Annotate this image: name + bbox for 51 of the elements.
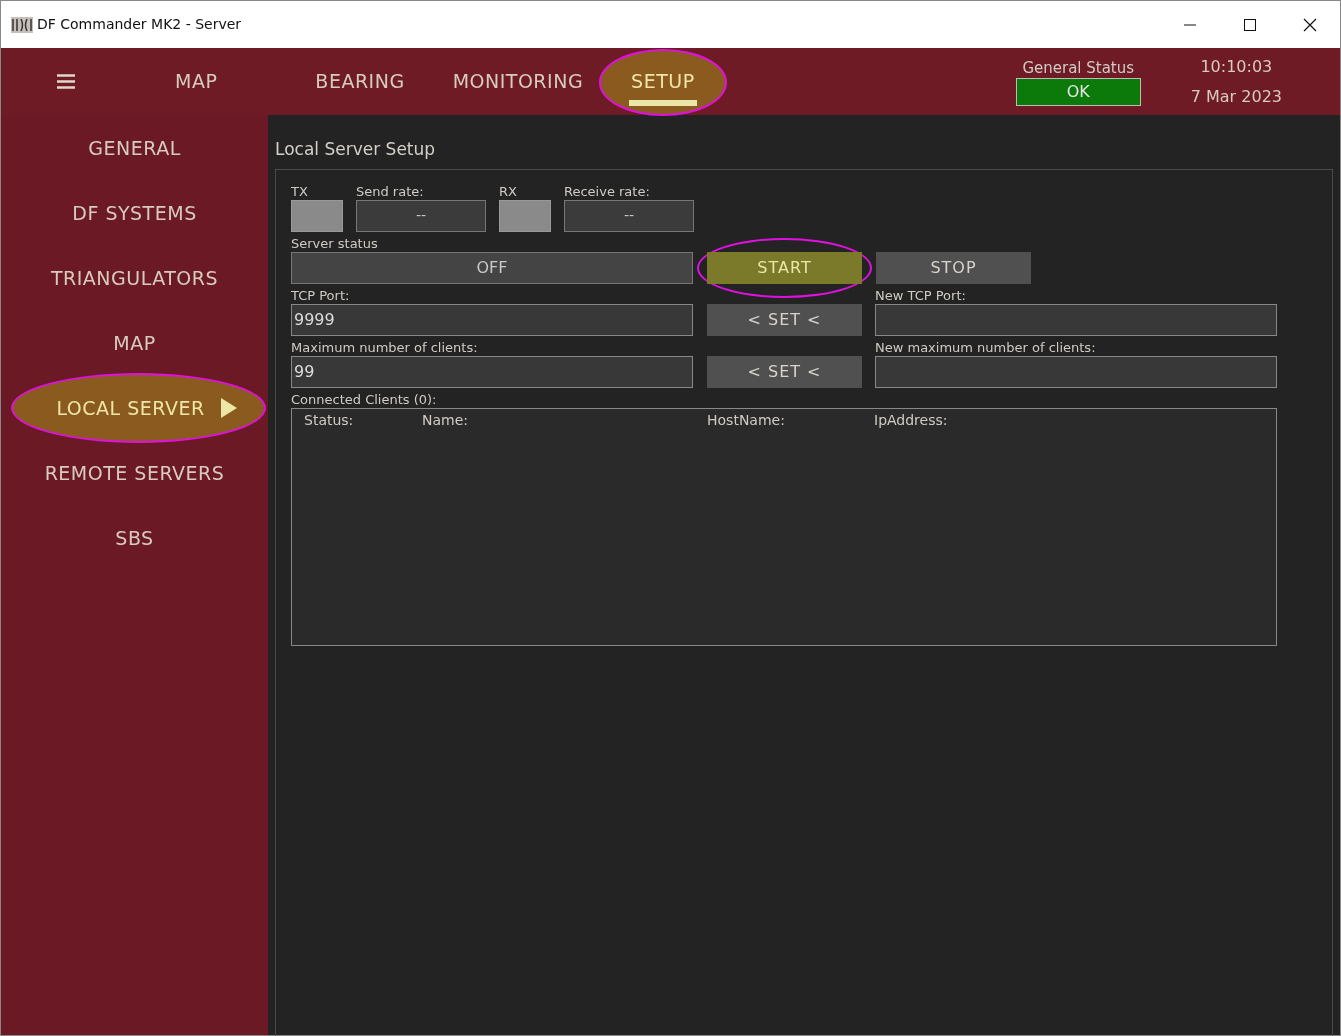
minimize-icon[interactable] [1184,23,1196,26]
nav-tab[interactable]: MONITORING [438,57,598,106]
sidebar-item[interactable]: MAP [1,324,268,362]
general-status-indicator: OK [1015,77,1141,106]
new-setting-field[interactable] [875,303,1277,336]
server-button[interactable]: START [707,251,862,284]
server-status-display: OFF [291,251,693,284]
column-header: IpAddress: [874,411,949,428]
nav-tab[interactable]: BEARING [301,57,419,106]
sidebar-item[interactable]: GENERAL [1,129,268,167]
tx-indicator [291,199,343,232]
sidebar-item[interactable]: TRIANGULATORS [1,259,268,297]
sidebar-item[interactable]: SBS [1,519,268,557]
tx-label: TX [291,183,309,200]
new-setting-field[interactable] [875,355,1277,388]
clock-time: 10:10:03 [1200,55,1273,78]
app-logo-icon [11,16,33,33]
set-button[interactable]: < SET < [707,303,862,336]
setting-label: Maximum number of clients: [291,339,479,356]
section-title: Local Server Setup [275,138,437,161]
nav-tab[interactable]: SETUP [617,57,709,106]
sidebar-item[interactable]: DF SYSTEMS [1,194,268,232]
connected-clients-label: Connected Clients (0): [291,391,438,408]
general-status-label: General Status [1022,57,1135,78]
tab-underline [629,99,697,106]
new-setting-label: New maximum number of clients: [875,339,1097,356]
server-button[interactable]: STOP [876,251,1031,284]
server-status-label: Server status [291,235,379,252]
send-rate-display: -- [356,199,486,232]
maximize-icon[interactable] [1244,18,1256,31]
clock-date: 7 Mar 2023 [1190,85,1282,108]
column-header: HostName: [707,411,786,428]
receive-rate-display: -- [564,199,694,232]
new-setting-label: New TCP Port: [875,287,967,304]
set-button[interactable]: < SET < [707,355,862,388]
menu-icon[interactable] [57,74,75,89]
setting-field[interactable]: 99 [291,355,693,388]
close-icon[interactable] [1303,17,1317,32]
setting-field[interactable]: 9999 [291,303,693,336]
nav-tab[interactable]: MAP [161,57,232,106]
sidebar-item[interactable]: LOCAL SERVER [26,389,243,427]
sidebar-item[interactable]: REMOTE SERVERS [1,454,268,492]
rx-indicator [499,199,551,232]
column-header: Name: [422,411,470,428]
setting-label: TCP Port: [291,287,351,304]
column-header: Status: [303,411,355,428]
rx-label: RX [499,183,518,200]
send-rate-label: Send rate: [356,183,425,200]
receive-rate-label: Receive rate: [564,183,651,200]
window-title: DF Commander MK2 - Server [37,15,242,34]
triangle-icon [220,398,237,418]
